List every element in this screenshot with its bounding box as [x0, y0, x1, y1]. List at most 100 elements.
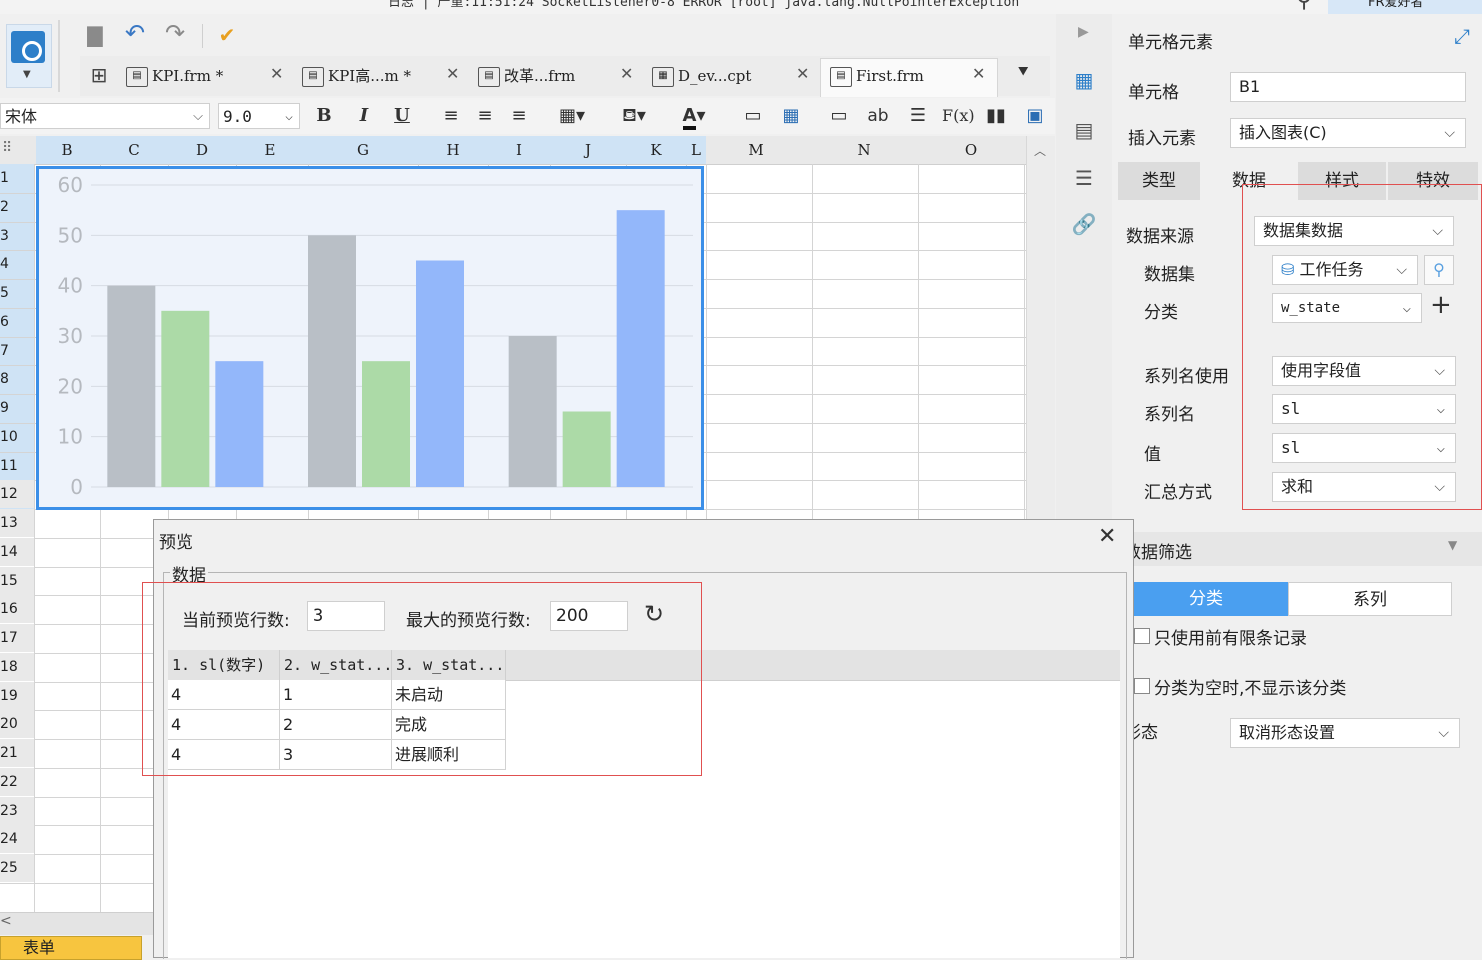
undo-icon[interactable]: ↶ — [122, 20, 148, 46]
image-icon[interactable]: ▣ — [1020, 102, 1050, 130]
font-size-select[interactable]: 9.0 ⌵ — [218, 103, 300, 129]
grid-menu-icon[interactable]: ⊞ — [86, 62, 112, 88]
column-header[interactable]: O — [918, 136, 1024, 164]
paragraph-icon[interactable]: ☰ — [904, 102, 932, 130]
row-header[interactable]: 19 — [0, 681, 34, 710]
row-header[interactable]: 14 — [0, 537, 34, 566]
insert-element-select[interactable]: 插入图表(C) ⌵ — [1230, 118, 1466, 148]
row-header[interactable]: 7 — [0, 337, 34, 365]
fill-color-icon[interactable]: ⛾▾ — [612, 102, 656, 130]
tab-overflow-icon[interactable]: ⯆ — [1016, 62, 1030, 83]
close-icon[interactable]: ✕ — [446, 64, 459, 83]
state-select[interactable]: 取消形态设置 ⌵ — [1230, 718, 1460, 748]
cell-element-icon[interactable]: ▦ — [1070, 66, 1098, 94]
row-header[interactable]: 16 — [0, 595, 34, 624]
row-header[interactable]: 4 — [0, 250, 34, 278]
row-header[interactable]: 6 — [0, 308, 34, 336]
italic-button[interactable]: I — [352, 102, 376, 130]
row-header[interactable]: 10 — [0, 423, 34, 451]
chart-element[interactable]: 0 10 20 30 40 50 60 — [36, 166, 704, 510]
font-color-icon[interactable]: A▾ — [672, 102, 716, 130]
row-header[interactable]: 21 — [0, 739, 34, 767]
chart-bar — [215, 361, 264, 487]
row-header[interactable]: 9 — [0, 394, 34, 422]
filter-category-button[interactable]: 分类 — [1124, 582, 1288, 616]
format-painter-icon[interactable]: ✔ — [214, 22, 240, 48]
filter-series-button[interactable]: 系列 — [1288, 582, 1452, 616]
sheet-tab[interactable]: 表单 — [0, 936, 142, 960]
row-header[interactable]: 15 — [0, 566, 34, 595]
row-header[interactable]: 17 — [0, 624, 34, 652]
sheet-tab-label: 表单 — [23, 938, 56, 957]
column-header[interactable]: K — [626, 136, 686, 164]
column-header[interactable]: H — [418, 136, 488, 164]
row-header[interactable]: 3 — [0, 222, 34, 250]
hide-empty-checkbox[interactable] — [1134, 678, 1150, 694]
merge-cells-icon[interactable]: ▭ — [740, 102, 766, 130]
close-icon[interactable]: ✕ — [620, 64, 633, 83]
row-header[interactable]: 11 — [0, 452, 34, 480]
chart-icon[interactable]: ▮▮ — [982, 102, 1010, 130]
cell-attribute-icon[interactable]: ▤ — [1070, 116, 1098, 144]
font-name-select[interactable]: 宋体 ⌵ — [0, 103, 210, 129]
column-header[interactable]: B — [34, 136, 100, 164]
widget-settings-icon[interactable]: ☰ — [1070, 164, 1098, 192]
horizontal-scrollbar[interactable]: < — [0, 912, 155, 935]
tab-dev[interactable]: ▦ D_ev...cpt — [652, 58, 751, 94]
scroll-up-icon[interactable]: ︿ — [1034, 142, 1046, 159]
app-menu-button[interactable]: ▼ — [6, 24, 52, 88]
limit-records-checkbox[interactable] — [1134, 628, 1150, 644]
tab-kpi-high[interactable]: ▤ KPI高...m * — [302, 58, 411, 94]
text-field-icon[interactable]: ▭ — [826, 102, 852, 130]
row-header[interactable]: 13 — [0, 509, 34, 537]
column-header[interactable]: I — [488, 136, 550, 164]
close-icon[interactable]: ✕ — [270, 64, 283, 83]
tab-first[interactable]: ▤ First.frm — [830, 58, 924, 94]
column-header[interactable]: C — [100, 136, 168, 164]
row-header[interactable]: 18 — [0, 652, 34, 681]
row-header[interactable]: 8 — [0, 365, 34, 393]
align-left-icon[interactable]: ≡ — [438, 102, 464, 130]
row-header[interactable]: 1 — [0, 164, 34, 192]
close-icon[interactable]: ✕ — [972, 64, 985, 83]
row-header[interactable]: 23 — [0, 796, 34, 825]
column-header[interactable]: D — [168, 136, 236, 164]
column-header[interactable]: L — [686, 136, 706, 164]
row-header[interactable]: 2 — [0, 193, 34, 221]
close-icon[interactable]: ✕ — [1098, 524, 1116, 549]
row-header[interactable]: 5 — [0, 279, 34, 307]
row-header[interactable]: 12 — [0, 480, 34, 509]
align-right-icon[interactable]: ≡ — [506, 102, 532, 130]
row-header[interactable]: 20 — [0, 710, 34, 739]
column-header[interactable]: J — [550, 136, 626, 164]
close-icon[interactable]: ✕ — [796, 64, 809, 83]
column-header[interactable]: G — [308, 136, 418, 164]
align-center-icon[interactable]: ≡ — [472, 102, 498, 130]
row-header[interactable]: 24 — [0, 825, 34, 854]
border-icon[interactable]: ▦▾ — [552, 102, 592, 130]
tab-kpi[interactable]: ▤ KPI.frm * — [126, 58, 223, 94]
tab-type[interactable]: 类型 — [1118, 162, 1200, 200]
text-button[interactable]: ab — [864, 102, 892, 130]
chevron-down-icon[interactable]: ▼ — [1448, 538, 1457, 552]
cell-input[interactable]: B1 — [1230, 72, 1466, 102]
row-header[interactable]: 25 — [0, 854, 34, 882]
y-tick-label: 0 — [70, 475, 83, 499]
search-icon[interactable]: ⚲ — [1296, 0, 1312, 13]
bold-button[interactable]: B — [312, 102, 336, 130]
formula-button[interactable]: F(x) — [942, 102, 975, 130]
redo-icon[interactable]: ↷ — [162, 20, 188, 46]
row-header[interactable]: 22 — [0, 767, 34, 796]
underline-button[interactable]: U — [390, 102, 414, 130]
column-header[interactable]: M — [706, 136, 806, 164]
column-header[interactable]: E — [236, 136, 304, 164]
collapse-arrow-icon[interactable]: ▶ — [1078, 24, 1089, 40]
save-icon[interactable]: ▇ — [82, 22, 108, 48]
tab-reform[interactable]: ▤ 改革...frm — [478, 58, 575, 94]
table-icon[interactable]: ▦ — [778, 102, 804, 130]
hyperlink-icon[interactable]: 🔗 — [1070, 210, 1098, 238]
expand-icon[interactable]: ⤢ — [1454, 24, 1470, 48]
select-all-icon[interactable]: ⠿ — [2, 140, 12, 156]
scroll-left-icon[interactable]: < — [0, 913, 12, 929]
column-header[interactable]: N — [812, 136, 916, 164]
